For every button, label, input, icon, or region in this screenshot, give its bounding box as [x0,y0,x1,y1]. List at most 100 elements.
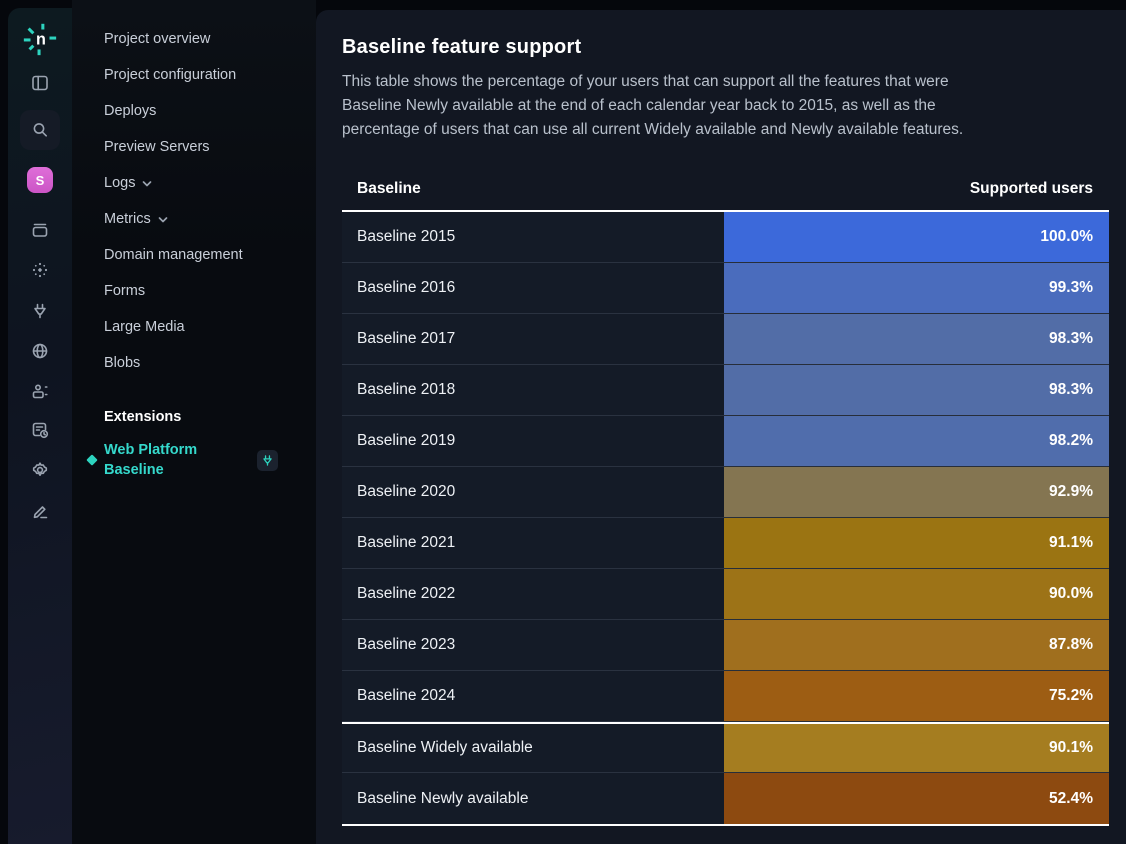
sidebar-item-web-platform-baseline[interactable]: Web Platform Baseline [72,440,316,480]
plug-icon [261,454,274,467]
log-button[interactable] [20,410,60,450]
table-row: Baseline 2024 75.2% [342,671,1109,722]
row-label: Baseline 2022 [342,569,724,620]
search-button[interactable] [20,110,60,150]
chevron-down-icon [158,216,168,224]
supported-users-bar: 75.2% [724,671,1109,722]
archive-icon [30,220,50,240]
table-body: Baseline 2015100.0%Baseline 201699.3%Bas… [342,212,1109,824]
sidebar-item-forms[interactable]: Forms [72,273,316,309]
supported-users-bar: 98.3% [724,365,1109,416]
column-header-baseline: Baseline [342,180,421,198]
supported-users-bar: 98.2% [724,416,1109,467]
table-row: Baseline 2019 98.2% [342,416,1109,467]
supported-users-value: 92.9% [1049,483,1093,501]
supported-users-value: 98.3% [1049,330,1093,348]
log-clock-icon [30,420,50,440]
supported-users-value: 98.2% [1049,432,1093,450]
sidebar-toggle-icon [30,73,50,93]
audience-button[interactable] [20,371,60,411]
table-row: Baseline 2017 98.3% [342,314,1109,365]
row-label: Baseline 2017 [342,314,724,365]
audience-icon [30,381,50,401]
netlify-logo-icon: n [21,20,59,58]
supported-users-value: 75.2% [1049,687,1093,705]
column-header-supported-users: Supported users [970,180,1109,198]
supported-users-value: 90.0% [1049,585,1093,603]
sidebar-item-label: Metrics [104,211,151,227]
row-label: Baseline 2023 [342,620,724,671]
row-label: Baseline 2019 [342,416,724,467]
supported-users-value: 99.3% [1049,279,1093,297]
table-row: Baseline 2023 87.8% [342,620,1109,671]
table-row: Baseline 2015 100.0% [342,212,1109,263]
sidebar-nav: Project overview Project configuration Dep… [72,0,316,381]
supported-users-value: 87.8% [1049,636,1093,654]
supported-users-value: 90.1% [1049,739,1093,757]
supported-users-bar: 98.3% [724,314,1109,365]
sidebar-item-label: Large Media [104,319,185,335]
supported-users-bar: 92.9% [724,467,1109,518]
sidebar: Project overview Project configuration Dep… [72,0,316,844]
supported-users-bar: 90.0% [724,569,1109,620]
baseline-table: Baseline Supported users Baseline 2015 10… [342,167,1109,826]
sidebar-item-label: Project configuration [104,67,236,83]
sidebar-item-label: Project overview [104,31,210,47]
sidebar-item-project-overview[interactable]: Project overview [72,21,316,57]
page-title: Baseline feature support [342,36,1109,59]
row-label: Baseline 2015 [342,212,724,263]
sparkle-button[interactable] [20,250,60,290]
chevron-down-icon [142,180,152,188]
row-label: Baseline 2020 [342,467,724,518]
archive-button[interactable] [20,210,60,250]
row-label: Baseline 2021 [342,518,724,569]
extension-label: Web Platform Baseline [104,440,230,480]
plug-icon [30,301,50,321]
settings-button[interactable] [20,450,60,490]
sidebar-toggle-button[interactable] [20,63,60,103]
sidebar-item-label: Forms [104,283,145,299]
sidebar-item-preview-servers[interactable]: Preview Servers [72,129,316,165]
supported-users-bar: 100.0% [724,212,1109,263]
supported-users-bar: 90.1% [724,724,1109,773]
sidebar-item-deploys[interactable]: Deploys [72,93,316,129]
sparkle-icon [30,260,50,280]
supported-users-bar: 87.8% [724,620,1109,671]
sidebar-item-logs[interactable]: Logs [72,165,316,201]
row-label: Baseline Newly available [342,773,724,824]
supported-users-value: 52.4% [1049,790,1093,808]
row-label: Baseline 2018 [342,365,724,416]
sidebar-item-large-media[interactable]: Large Media [72,309,316,345]
svg-text:n: n [36,31,46,49]
row-label: Baseline 2016 [342,263,724,314]
row-label: Baseline 2024 [342,671,724,722]
extensions-heading: Extensions [72,399,316,435]
extensions-button[interactable] [20,291,60,331]
edit-pencil-icon [30,501,50,521]
table-row: Baseline 2016 99.3% [342,263,1109,314]
sidebar-item-label: Domain management [104,247,243,263]
sidebar-item-metrics[interactable]: Metrics [72,201,316,237]
edit-button[interactable] [20,491,60,531]
avatar[interactable]: S [27,167,53,193]
supported-users-bar: 99.3% [724,263,1109,314]
table-row: Baseline 202191.1% [342,518,1109,569]
table-row: Baseline 2022 90.0% [342,569,1109,620]
diamond-bullet-icon [86,454,97,465]
table-row: Baseline 201898.3% [342,365,1109,416]
sidebar-item-project-configuration[interactable]: Project configuration [72,57,316,93]
sidebar-item-blobs[interactable]: Blobs [72,345,316,381]
supported-users-bar: 52.4% [724,773,1109,824]
sidebar-item-label: Preview Servers [104,139,210,155]
search-icon [30,120,50,140]
page-description: This table shows the percentage of your … [342,70,998,142]
table-row: Baseline 2020 92.9% [342,467,1109,518]
row-label: Baseline Widely available [342,724,724,773]
netlify-logo[interactable]: n [20,19,60,59]
table-header: Baseline Supported users [342,167,1109,212]
sidebar-item-domain-management[interactable]: Domain management [72,237,316,273]
sidebar-item-label: Logs [104,175,135,191]
sidebar-item-label: Deploys [104,103,156,119]
domains-button[interactable] [20,331,60,371]
supported-users-value: 100.0% [1040,228,1093,246]
